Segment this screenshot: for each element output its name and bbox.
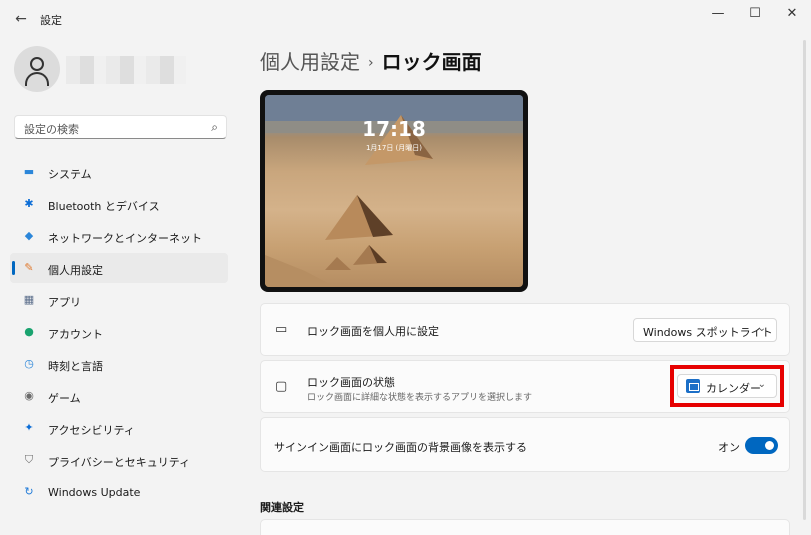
breadcrumb-parent[interactable]: 個人用設定 (260, 50, 360, 74)
sidebar-item-label: システム (48, 168, 92, 181)
toggle-knob (765, 441, 774, 450)
signin-background-toggle[interactable] (745, 437, 778, 454)
related-settings-heading: 関連設定 (260, 501, 304, 514)
setting-personalize-lock-screen: ▭ ロック画面を個人用に設定 Windows スポットライト ⌄ (260, 303, 790, 356)
lock-screen-icon: ▭ (275, 322, 288, 337)
setting-label: ロック画面を個人用に設定 (307, 325, 439, 338)
sidebar-item-10[interactable]: ⛉ プライバシーとセキュリティ (10, 445, 228, 475)
sidebar-item-label: Windows Update (48, 486, 141, 499)
dropdown-value: Windows スポットライト (643, 326, 773, 339)
title-bar: ← 設定 — ☐ ✕ (0, 0, 811, 38)
status-icon: ▢ (275, 379, 288, 394)
close-button[interactable]: ✕ (777, 4, 807, 24)
brush-icon: ✎ (24, 261, 34, 274)
wifi-icon: ◆ (24, 229, 34, 242)
setting-description: ロック画面に詳細な状態を表示するアプリを選択します (307, 393, 533, 403)
sidebar-item-1[interactable]: ▬ システム (10, 157, 228, 187)
gamepad-icon: ◉ (24, 389, 34, 402)
sidebar-item-8[interactable]: ◉ ゲーム (10, 381, 228, 411)
setting-label: サインイン画面にロック画面の背景画像を表示する (274, 441, 527, 454)
monitor-icon: ▬ (23, 165, 35, 178)
sidebar-item-label: Bluetooth とデバイス (48, 200, 160, 213)
user-name-blurred (66, 56, 186, 84)
search-placeholder: 設定の検索 (24, 123, 79, 136)
scrollbar[interactable] (803, 40, 806, 520)
red-highlight-box (670, 365, 784, 407)
sidebar-item-label: ゲーム (48, 392, 81, 405)
breadcrumb-separator: › (368, 55, 374, 71)
page-title: ロック画面 (381, 50, 482, 74)
sidebar-item-2[interactable]: ✱ Bluetooth とデバイス (10, 189, 228, 219)
breadcrumb: 個人用設定 › ロック画面 (260, 46, 482, 75)
sidebar-item-11[interactable]: ↻ Windows Update (10, 477, 228, 507)
chevron-down-icon: ⌄ (757, 323, 766, 334)
back-arrow-icon[interactable]: ← (12, 10, 30, 28)
search-input[interactable]: 設定の検索 ⌕ (14, 115, 227, 139)
sidebar-item-label: 個人用設定 (48, 264, 103, 277)
apps-icon: ▦ (23, 293, 35, 306)
sidebar-item-label: ネットワークとインターネット (48, 232, 202, 245)
sidebar-item-3[interactable]: ◆ ネットワークとインターネット (10, 221, 228, 251)
app-title: 設定 (40, 14, 62, 27)
maximize-button[interactable]: ☐ (740, 4, 770, 24)
selection-indicator (12, 261, 15, 275)
setting-label: ロック画面の状態 (307, 376, 395, 389)
sidebar-item-5[interactable]: ▦ アプリ (10, 285, 228, 315)
sidebar-item-label: プライバシーとセキュリティ (48, 456, 191, 469)
person-icon: ● (24, 325, 34, 338)
related-settings-card[interactable] (260, 519, 790, 535)
minimize-button[interactable]: — (703, 4, 733, 24)
setting-signin-background: サインイン画面にロック画面の背景画像を表示する (260, 417, 790, 472)
sidebar-item-label: アクセシビリティ (48, 424, 135, 437)
sidebar-item-6[interactable]: ● アカウント (10, 317, 228, 347)
search-icon[interactable]: ⌕ (211, 120, 218, 135)
lock-screen-image: 17:18 1月17日 (月曜日) (265, 95, 523, 287)
sidebar-item-9[interactable]: ✦ アクセシビリティ (10, 413, 228, 443)
sidebar-item-7[interactable]: ◷ 時刻と言語 (10, 349, 228, 379)
globe-clock-icon: ◷ (24, 357, 34, 370)
sidebar-item-label: 時刻と言語 (48, 360, 103, 373)
accessibility-icon: ✦ (24, 421, 34, 434)
lock-date: 1月17日 (月曜日) (365, 144, 423, 152)
sidebar-item-label: アプリ (48, 296, 81, 309)
bluetooth-icon: ✱ (24, 197, 34, 210)
personalize-dropdown[interactable]: Windows スポットライト ⌄ (633, 318, 777, 342)
lock-screen-preview: 17:18 1月17日 (月曜日) (260, 90, 528, 292)
sidebar-item-label: アカウント (48, 328, 103, 341)
sidebar-item-4[interactable]: ✎ 個人用設定 (10, 253, 228, 283)
shield-icon: ⛉ (24, 453, 34, 466)
update-icon: ↻ (24, 485, 34, 498)
person-icon-body (25, 72, 49, 86)
avatar[interactable] (14, 46, 60, 92)
person-icon-head (30, 57, 44, 71)
lock-time: 17:18 (362, 117, 426, 141)
toggle-state-label: オン (718, 441, 740, 454)
